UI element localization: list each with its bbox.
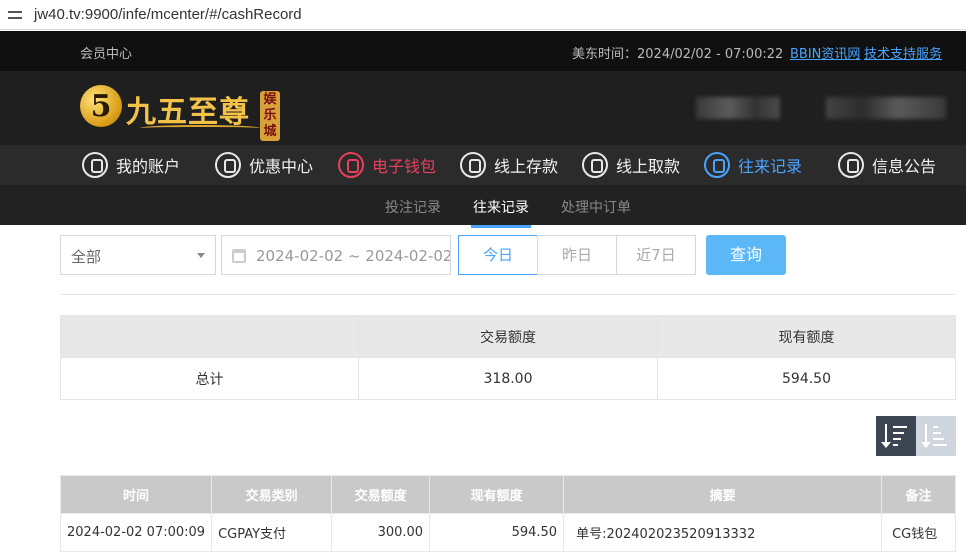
type-select-value: 全部 [71, 248, 102, 266]
sort-ascending-icon [921, 424, 950, 448]
logo-swirl [140, 125, 260, 131]
redacted-user-info [696, 97, 780, 119]
summary-trade-amount: 318.00 [358, 357, 658, 400]
quick-yesterday-button[interactable]: 昨日 [537, 235, 617, 275]
divider [60, 294, 956, 295]
col-time: 时间 [59, 475, 213, 514]
record-icon [704, 152, 730, 178]
logo-emblem: 5 [80, 85, 122, 127]
cell-trade-amount: 300.00 [331, 513, 431, 552]
summary-header-row: 交易额度 现有额度 [60, 315, 956, 358]
summary-header-empty [60, 315, 359, 358]
col-type: 交易类别 [211, 475, 333, 514]
redacted-balance-info [826, 97, 946, 119]
main-nav: 我的账户 优惠中心 电子钱包 线上存款 线上取款 往来记录 信息公告 [0, 145, 966, 185]
wallet-icon [338, 152, 364, 178]
table-row: 2024-02-02 07:00:09 CGPAY支付 300.00 594.5… [59, 513, 956, 552]
nav-my-account[interactable]: 我的账户 [82, 151, 180, 179]
chevron-down-icon [197, 253, 205, 258]
tab-transaction-records[interactable]: 往来记录 [471, 197, 531, 228]
records-header-row: 时间 交易类别 交易额度 现有额度 摘要 备注 [59, 475, 956, 514]
col-current-amount: 现有额度 [429, 475, 565, 514]
quick-7days-button[interactable]: 近7日 [616, 235, 696, 275]
col-remark: 备注 [881, 475, 956, 514]
us-east-time: 美东时间：2024/02/02 - 07:00:22 [572, 47, 784, 62]
summary-header-current: 现有额度 [657, 315, 956, 358]
records-table: 时间 交易类别 交易额度 现有额度 摘要 备注 2024-02-02 07:00… [59, 475, 956, 552]
cell-current-amount: 594.50 [429, 513, 565, 552]
nav-promotions[interactable]: 优惠中心 [215, 151, 313, 179]
col-summary: 摘要 [563, 475, 883, 514]
tab-bet-records[interactable]: 投注记录 [385, 197, 441, 217]
summary-current-amount: 594.50 [657, 357, 956, 400]
browser-address-bar[interactable]: jw40.tv:9900/infe/mcenter/#/cashRecord [0, 0, 966, 30]
deposit-icon [460, 152, 486, 178]
sort-descending-icon [881, 424, 910, 448]
site-logo[interactable]: 5 九五至尊 娱乐城 [80, 81, 280, 141]
date-range-input[interactable]: 2024-02-02 ~ 2024-02-02 [221, 235, 451, 275]
cell-remark: CG钱包 [881, 513, 956, 552]
sort-ascending-button[interactable] [916, 416, 956, 456]
date-range-value: 2024-02-02 ~ 2024-02-02 [256, 247, 451, 265]
nav-online-withdraw[interactable]: 线上取款 [582, 151, 680, 179]
site-header: 5 九五至尊 娱乐城 [0, 71, 966, 145]
query-button[interactable]: 查询 [706, 235, 786, 275]
type-select[interactable]: 全部 [60, 235, 216, 275]
member-center-label: 会员中心 [80, 47, 133, 62]
col-trade-amount: 交易额度 [331, 475, 431, 514]
tab-pending-orders[interactable]: 处理中订单 [561, 197, 631, 217]
bbin-info-link[interactable]: BBIN资讯网 [790, 43, 860, 62]
summary-total-label: 总计 [60, 357, 359, 400]
nav-e-wallet[interactable]: 电子钱包 [338, 151, 436, 179]
summary-total-row: 总计 318.00 594.50 [60, 357, 956, 400]
withdraw-icon [582, 152, 608, 178]
site-settings-icon[interactable] [8, 8, 24, 22]
user-icon [82, 152, 108, 178]
url-text[interactable]: jw40.tv:9900/infe/mcenter/#/cashRecord [34, 6, 302, 23]
calendar-icon [232, 249, 246, 263]
cell-time: 2024-02-02 07:00:09 [59, 513, 213, 552]
tech-support-link[interactable]: 技术支持服务 [864, 43, 942, 62]
gift-icon [215, 152, 241, 178]
quick-today-button[interactable]: 今日 [458, 235, 538, 275]
sort-descending-button[interactable] [876, 416, 916, 456]
bell-icon [838, 152, 864, 178]
cell-summary: 单号:202402023520913332 [563, 513, 883, 552]
summary-table: 交易额度 现有额度 总计 318.00 594.50 [60, 315, 956, 400]
logo-badge: 娱乐城 [260, 91, 280, 141]
sub-nav: 投注记录 往来记录 处理中订单 [0, 185, 966, 228]
cell-type: CGPAY支付 [211, 513, 333, 552]
top-bar: 会员中心 美东时间：2024/02/02 - 07:00:22 BBIN资讯网 … [0, 31, 966, 71]
nav-transaction-records[interactable]: 往来记录 [704, 151, 802, 179]
nav-announcements[interactable]: 信息公告 [838, 151, 936, 179]
nav-online-deposit[interactable]: 线上存款 [460, 151, 558, 179]
summary-header-trade: 交易额度 [358, 315, 658, 358]
